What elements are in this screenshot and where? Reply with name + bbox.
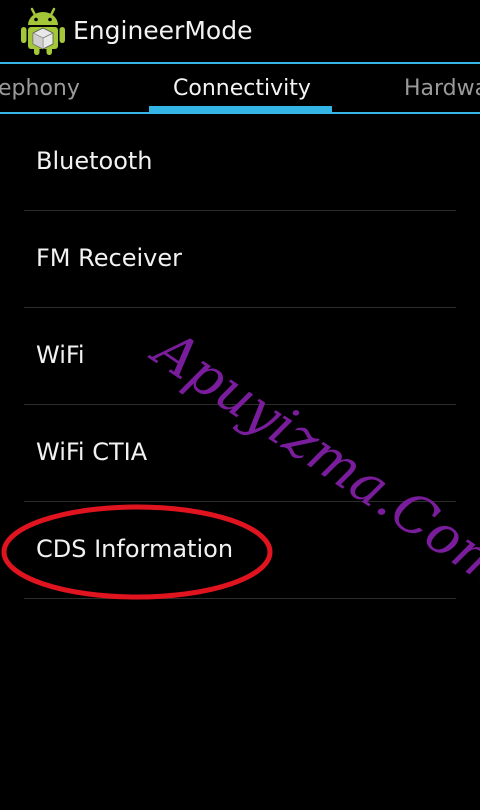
list-item-bluetooth[interactable]: Bluetooth (0, 114, 480, 210)
list-item-wifi[interactable]: WiFi (0, 308, 480, 404)
list-item-label: WiFi CTIA (36, 438, 148, 466)
list-item-cds-information[interactable]: CDS Information (0, 502, 480, 598)
app-title: EngineerMode (73, 16, 253, 45)
list-item-label: FM Receiver (36, 244, 182, 272)
tab-hardware[interactable]: Hardwa (404, 74, 480, 104)
list-item-label: CDS Information (36, 535, 234, 563)
list-divider (24, 598, 456, 599)
list-item-fm-receiver[interactable]: FM Receiver (0, 211, 480, 307)
tab-connectivity[interactable]: Connectivity (173, 74, 311, 104)
list-item-label: WiFi (36, 341, 85, 369)
tab-strip: ephony Connectivity Hardwa (0, 64, 480, 112)
list-item-wifi-ctia[interactable]: WiFi CTIA (0, 405, 480, 501)
tab-telephony[interactable]: ephony (0, 74, 80, 104)
list-item-label: Bluetooth (36, 147, 153, 175)
android-robot-icon[interactable] (20, 6, 66, 56)
action-bar: EngineerMode (0, 0, 480, 62)
